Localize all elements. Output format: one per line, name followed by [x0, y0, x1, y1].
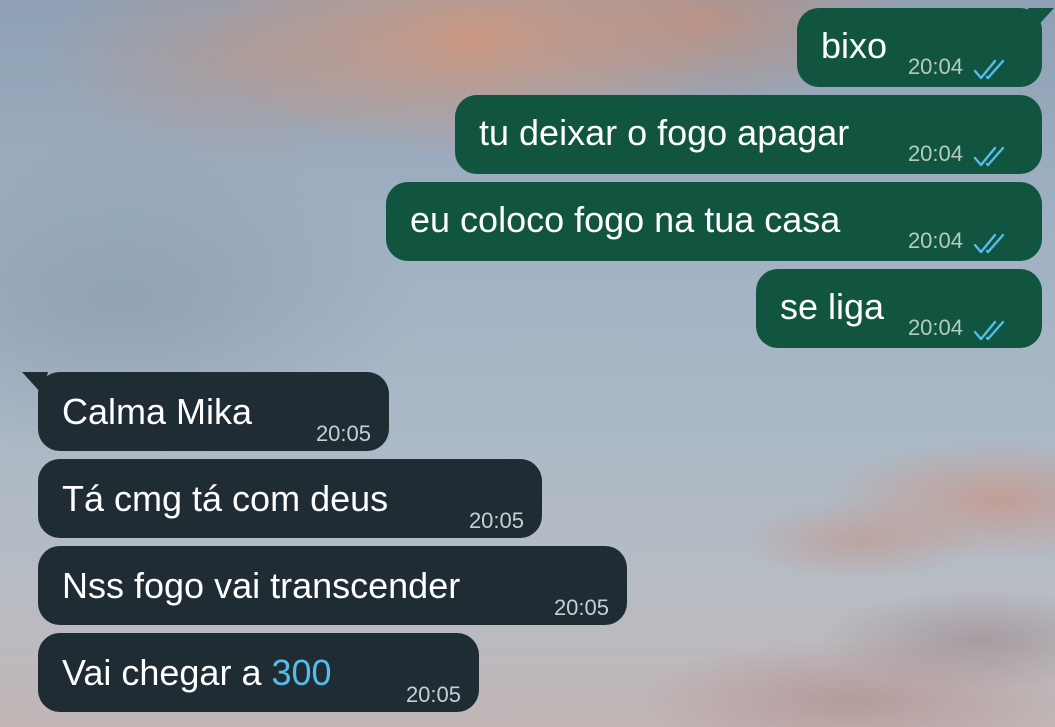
message-time: 20:04 [907, 141, 963, 166]
bubble-tail [1028, 8, 1054, 30]
read-double-check-icon [973, 146, 1005, 167]
message-text: Tá cmg tá com deus [62, 478, 389, 519]
message-text: tu deixar o fogo apagar [479, 112, 850, 153]
message-time: 20:04 [907, 228, 963, 253]
message-text-part: Vai chegar a [62, 652, 272, 693]
read-double-check-icon [973, 233, 1005, 254]
outgoing-message[interactable]: eu coloco fogo na tua casa 20:04 [386, 182, 1042, 261]
incoming-message[interactable]: Nss fogo vai transcender 20:05 [38, 546, 627, 625]
read-double-check-icon [973, 320, 1005, 341]
message-time: 20:04 [907, 315, 963, 340]
message-text: Calma Mika [62, 391, 253, 432]
message-time: 20:05 [315, 421, 371, 446]
incoming-message[interactable]: Vai chegar a 300 20:05 [38, 633, 479, 712]
read-double-check-icon [973, 59, 1005, 80]
phone-number-link[interactable]: 300 [271, 652, 331, 693]
message-time: 20:05 [405, 682, 461, 707]
incoming-message[interactable]: Tá cmg tá com deus 20:05 [38, 459, 542, 538]
outgoing-message[interactable]: se liga 20:04 [756, 269, 1042, 348]
outgoing-message[interactable]: tu deixar o fogo apagar 20:04 [455, 95, 1042, 174]
message-text: eu coloco fogo na tua casa [410, 199, 841, 240]
outgoing-message[interactable]: bixo 20:04 [797, 8, 1054, 87]
message-text: Vai chegar a 300 [62, 653, 332, 693]
message-text: se liga [780, 286, 885, 327]
message-time: 20:05 [468, 508, 524, 533]
message-text: bixo [821, 25, 888, 66]
incoming-message[interactable]: Calma Mika 20:05 [22, 372, 389, 451]
message-text: Nss fogo vai transcender [62, 565, 461, 606]
message-time: 20:05 [553, 595, 609, 620]
bubble-tail [22, 372, 48, 394]
message-time: 20:04 [907, 54, 963, 79]
